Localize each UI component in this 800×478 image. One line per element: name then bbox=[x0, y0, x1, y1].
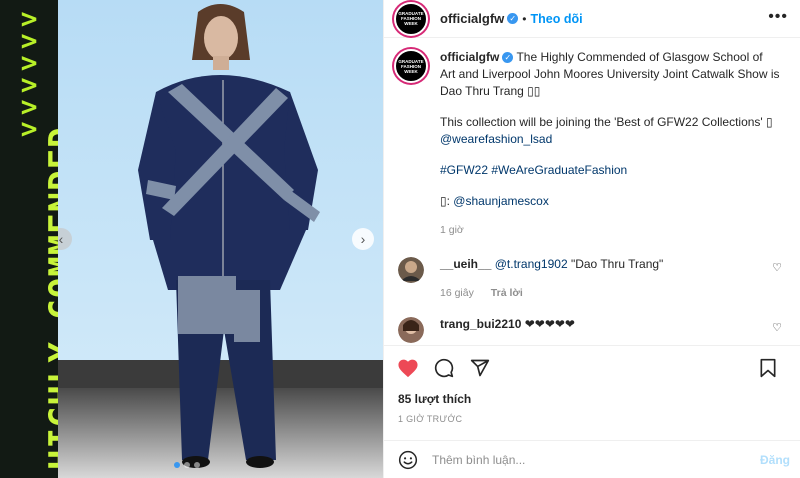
post-photo[interactable]: ‹ › bbox=[58, 0, 383, 478]
caption-body: officialgfw ✓ The Highly Commended of Gla… bbox=[440, 49, 780, 239]
post-details-panel: GRADUATE FASHION WEEK officialgfw ✓ • Th… bbox=[383, 0, 800, 478]
carousel-dot bbox=[174, 462, 180, 468]
comment-button[interactable] bbox=[432, 356, 456, 380]
comment-text: "Dao Thru Trang" bbox=[567, 257, 664, 271]
comment-username[interactable]: __ueih__ bbox=[440, 257, 491, 271]
post-comment-button[interactable]: Đăng bbox=[760, 453, 790, 467]
header-username[interactable]: officialgfw bbox=[440, 11, 504, 26]
comment-input[interactable] bbox=[432, 452, 732, 467]
gfw-logo: GRADUATE FASHION WEEK bbox=[398, 58, 424, 74]
likes-count[interactable]: 85 lượt thích bbox=[398, 392, 471, 406]
gfw-logo: GRADUATE FASHION WEEK bbox=[398, 11, 424, 26]
comment-like-icon[interactable]: ♡ bbox=[772, 261, 782, 274]
comment-item: trang_bui2210 ❤❤❤❤❤ ♡ bbox=[394, 317, 786, 343]
follow-button[interactable]: Theo dõi bbox=[530, 12, 582, 26]
credit-prefix: ▯: bbox=[440, 194, 454, 208]
avatar[interactable] bbox=[398, 317, 424, 343]
post-timestamp: 1 GIỜ TRƯỚC bbox=[398, 414, 463, 424]
comments-section[interactable]: GRADUATE FASHION WEEK officialgfw ✓ The H… bbox=[384, 39, 800, 345]
highly-commended-banner: > > > > > > HIGHLY COMMENDED bbox=[0, 0, 58, 478]
caption-time: 1 giờ bbox=[440, 224, 464, 236]
action-bar bbox=[384, 345, 800, 389]
carousel-dot bbox=[184, 462, 190, 468]
verified-badge-icon: ✓ bbox=[507, 13, 519, 24]
add-comment-bar: Đăng bbox=[384, 440, 800, 478]
comment-meta: 16 giây Trả lời bbox=[440, 287, 663, 299]
caption: GRADUATE FASHION WEEK officialgfw ✓ The H… bbox=[394, 49, 786, 239]
post-header: GRADUATE FASHION WEEK officialgfw ✓ • Th… bbox=[384, 0, 800, 38]
avatar[interactable]: GRADUATE FASHION WEEK bbox=[394, 1, 428, 36]
comment-like-icon[interactable]: ♡ bbox=[772, 321, 782, 334]
comment-username[interactable]: trang_bui2210 bbox=[440, 317, 521, 331]
comment-time: 16 giây bbox=[440, 287, 474, 299]
credit-mention-link[interactable]: @shaunjamescox bbox=[453, 194, 549, 208]
hashtags-link[interactable]: #GFW22 #WeAreGraduateFashion bbox=[440, 163, 627, 177]
avatar[interactable]: GRADUATE FASHION WEEK bbox=[394, 49, 428, 83]
send-icon bbox=[470, 359, 490, 376]
share-button[interactable] bbox=[468, 356, 492, 380]
comment-item: __ueih__ @t.trang1902 "Dao Thru Trang" 1… bbox=[394, 257, 786, 299]
comment-mention-link[interactable]: @t.trang1902 bbox=[495, 257, 568, 271]
carousel-next-button[interactable]: › bbox=[352, 228, 374, 250]
caption-emoji: ▯▯ bbox=[527, 84, 541, 98]
avatar[interactable] bbox=[398, 257, 424, 283]
comment-body: trang_bui2210 ❤❤❤❤❤ bbox=[440, 317, 575, 343]
mention-link[interactable]: @wearefashion_lsad bbox=[440, 132, 552, 146]
comment-body: __ueih__ @t.trang1902 "Dao Thru Trang" 1… bbox=[440, 257, 663, 299]
verified-badge-icon: ✓ bbox=[502, 52, 514, 64]
like-button[interactable] bbox=[396, 356, 420, 380]
reply-button[interactable]: Trả lời bbox=[491, 287, 523, 299]
more-options-icon[interactable]: ••• bbox=[768, 9, 788, 25]
runway-model-image bbox=[58, 0, 383, 478]
comment-bubble-icon bbox=[434, 358, 454, 377]
save-button[interactable] bbox=[756, 356, 780, 380]
carousel-dots bbox=[174, 462, 200, 468]
separator-dot: • bbox=[522, 11, 527, 26]
heart-filled-icon bbox=[398, 359, 418, 377]
banner-chevrons: > > > > > > bbox=[20, 2, 38, 145]
bookmark-icon bbox=[760, 358, 776, 378]
emoji-icon[interactable] bbox=[398, 450, 418, 470]
carousel-dot bbox=[194, 462, 200, 468]
caption-text-2: This collection will be joining the 'Bes… bbox=[440, 115, 773, 129]
banner-text: HIGHLY COMMENDED bbox=[42, 126, 58, 470]
comment-text: ❤❤❤❤❤ bbox=[521, 317, 575, 331]
caption-username[interactable]: officialgfw bbox=[440, 50, 499, 64]
